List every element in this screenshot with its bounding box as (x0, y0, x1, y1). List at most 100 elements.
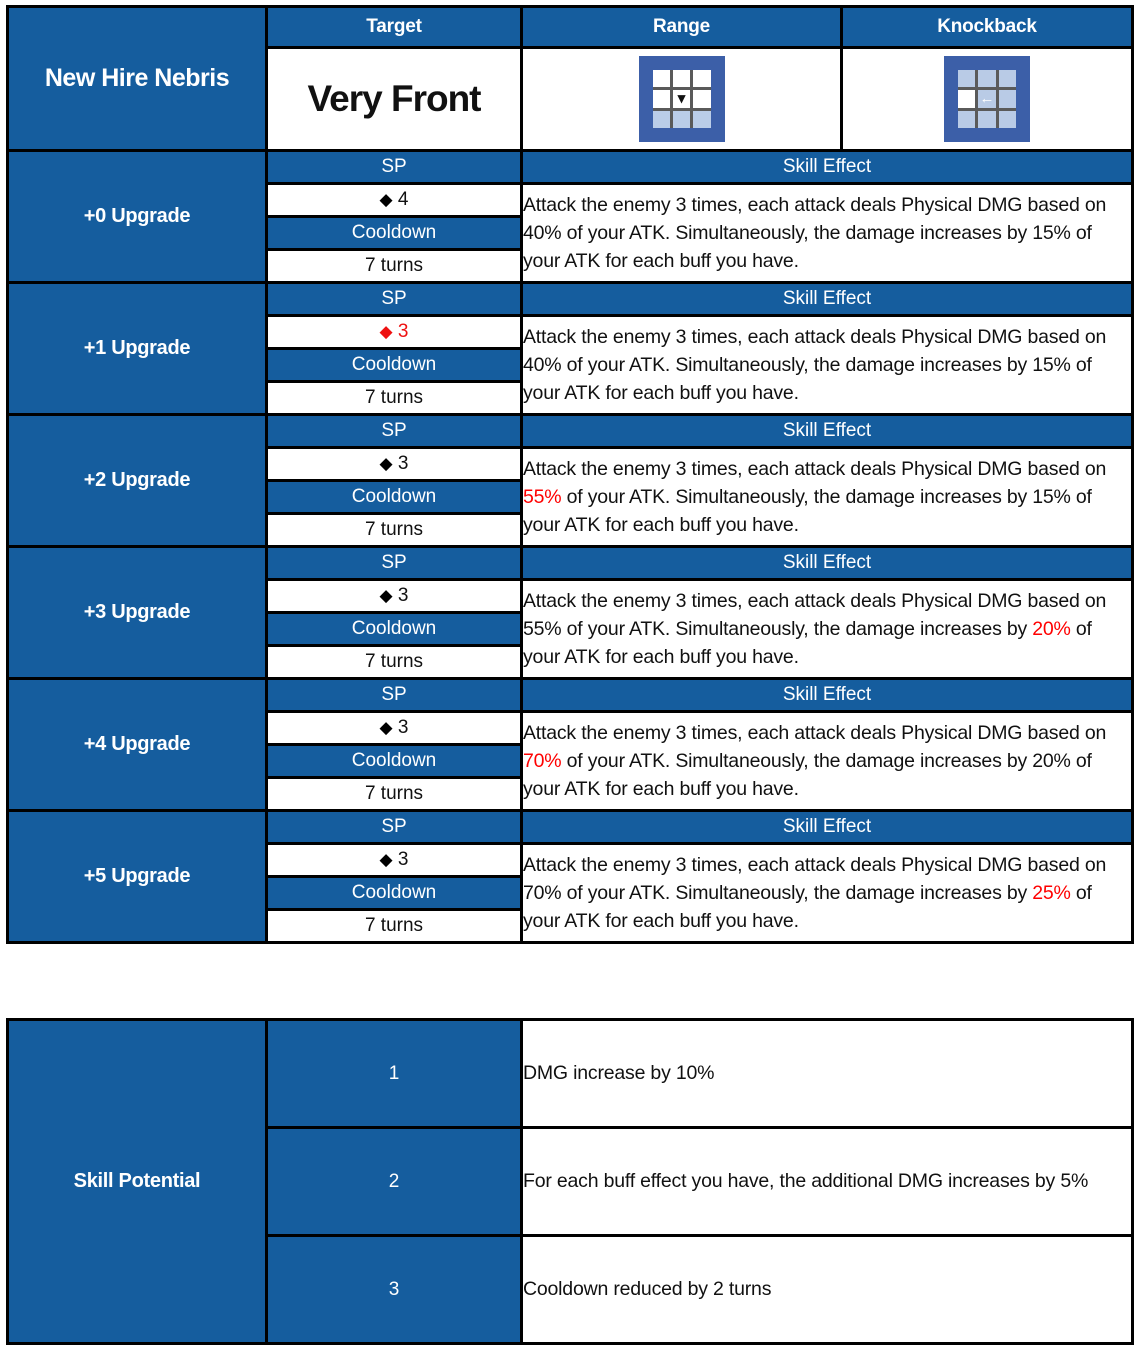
sp-header-cell: SP (265, 545, 523, 581)
skill-effect-text-cell: Attack the enemy 3 times, each attack de… (520, 710, 1134, 812)
sp-value: 3 (397, 321, 409, 342)
upgrade-name-cell: +3 Upgrade (6, 545, 268, 680)
skill-effect-header-cell: Skill Effect (520, 281, 1134, 317)
cooldown-value-cell: 7 turns (265, 380, 523, 416)
skill-effect-text-cell: Attack the enemy 3 times, each attack de… (520, 314, 1134, 416)
diamond-icon: ◆ (379, 190, 393, 209)
potential-description: Cooldown reduced by 2 turns (523, 1277, 772, 1300)
table-header-row: New Hire Nebris Target Range Knockback (6, 5, 1134, 152)
skill-info-sheet: New Hire Nebris Target Range Knockback V… (0, 0, 1137, 1345)
upgrade-row: +0 Upgrade SP Skill Effect (6, 149, 1134, 284)
grid-cell-center: ▾ (672, 90, 691, 108)
skill-upgrade-table: New Hire Nebris Target Range Knockback V… (6, 5, 1134, 944)
column-header-target: Target (265, 5, 523, 49)
sp-value: 3 (397, 585, 409, 606)
skill-effect-text-cell: Attack the enemy 3 times, each attack de… (520, 578, 1134, 680)
knockback-grid: ← (958, 70, 1016, 128)
sp-label: SP (381, 420, 407, 441)
grid-cell (693, 70, 711, 88)
skill-potential-label: Skill Potential (73, 1170, 201, 1192)
cooldown-value: 7 turns (364, 387, 424, 408)
skill-effect-label: Skill Effect (782, 684, 872, 705)
grid-cell (672, 70, 691, 88)
grid-cell (998, 110, 1016, 128)
upgrade-name: +3 Upgrade (83, 601, 191, 623)
knockback-icon-cell: ← (840, 46, 1134, 152)
upgrade-name-cell: +4 Upgrade (6, 677, 268, 812)
character-name-cell: New Hire Nebris (6, 5, 268, 152)
column-header-range-label: Range (652, 16, 711, 37)
grid-cell (652, 110, 670, 128)
cooldown-header-cell: Cooldown (265, 479, 523, 515)
upgrade-name-cell: +5 Upgrade (6, 809, 268, 944)
potential-level-cell: 2 (265, 1126, 523, 1237)
column-header-range: Range (520, 5, 843, 49)
upgrade-name: +0 Upgrade (83, 205, 191, 227)
upgrade-name: +1 Upgrade (83, 337, 191, 359)
potential-description-cell: Cooldown reduced by 2 turns (520, 1234, 1134, 1345)
upgrade-row: +1 Upgrade SP Skill Effect (6, 281, 1134, 416)
sp-header-cell: SP (265, 149, 523, 185)
column-header-knockback-label: Knockback (937, 16, 1037, 37)
cooldown-header-cell: Cooldown (265, 875, 523, 911)
cooldown-label: Cooldown (351, 618, 437, 639)
potential-description-cell: For each buff effect you have, the addit… (520, 1126, 1134, 1237)
skill-effect-text-cell: Attack the enemy 3 times, each attack de… (520, 182, 1134, 284)
cooldown-header-cell: Cooldown (265, 743, 523, 779)
sp-value: 4 (397, 189, 409, 210)
diamond-icon: ◆ (379, 322, 393, 341)
skill-effect-header-cell: Skill Effect (520, 677, 1134, 713)
potential-level: 2 (388, 1170, 400, 1192)
upgrade-rows: +0 Upgrade SP Skill Effect ◆ 4 Attack the en… (6, 149, 1134, 944)
cooldown-value-cell: 7 turns (265, 908, 523, 944)
skill-effect-header-cell: Skill Effect (520, 809, 1134, 845)
upgrade-row: +2 Upgrade SP Skill Effect (6, 413, 1134, 548)
grid-cell (958, 70, 976, 88)
range-grid: ▾ (652, 70, 711, 128)
diamond-icon: ◆ (379, 850, 393, 869)
sp-value: 3 (397, 849, 409, 870)
cooldown-value-cell: 7 turns (265, 248, 523, 284)
potential-level: 1 (388, 1062, 400, 1084)
grid-cell (652, 90, 670, 108)
cooldown-value-cell: 7 turns (265, 776, 523, 812)
skill-effect-text-cell: Attack the enemy 3 times, each attack de… (520, 842, 1134, 944)
potential-rows: Skill Potential 1 DMG increase by 10% 2 For … (6, 1018, 1134, 1345)
knockback-grid-left-arrow-icon: ← (944, 56, 1030, 142)
skill-effect-label: Skill Effect (782, 552, 872, 573)
sp-value-cell: ◆ 3 (265, 842, 523, 878)
grid-cell (693, 90, 711, 108)
grid-cell (978, 70, 996, 88)
cooldown-label: Cooldown (351, 486, 437, 507)
potential-level-cell: 1 (265, 1018, 523, 1129)
grid-cell-center: ← (978, 90, 996, 108)
grid-cell (693, 110, 711, 128)
grid-cell (652, 70, 670, 88)
target-value: Very Front (307, 78, 482, 119)
sp-header-cell: SP (265, 413, 523, 449)
cooldown-label: Cooldown (351, 222, 437, 243)
sp-value-cell: ◆ 4 (265, 182, 523, 218)
skill-effect-text-cell: Attack the enemy 3 times, each attack de… (520, 446, 1134, 548)
upgrade-name: +2 Upgrade (83, 469, 191, 491)
sp-value-cell: ◆ 3 (265, 710, 523, 746)
sp-header-cell: SP (265, 809, 523, 845)
upgrade-row: +3 Upgrade SP Skill Effect (6, 545, 1134, 680)
upgrade-name: +4 Upgrade (83, 733, 191, 755)
sp-label: SP (381, 288, 407, 309)
target-value-cell: Very Front (265, 46, 523, 152)
cooldown-label: Cooldown (351, 354, 437, 375)
cooldown-header-cell: Cooldown (265, 611, 523, 647)
skill-effect-label: Skill Effect (782, 420, 872, 441)
character-name: New Hire Nebris (44, 64, 230, 92)
upgrade-row: +4 Upgrade SP Skill Effect (6, 677, 1134, 812)
skill-effect-header-cell: Skill Effect (520, 545, 1134, 581)
upgrade-name-cell: +2 Upgrade (6, 413, 268, 548)
sp-value-cell: ◆ 3 (265, 578, 523, 614)
skill-effect-label: Skill Effect (782, 288, 872, 309)
cooldown-value-cell: 7 turns (265, 512, 523, 548)
grid-cell-highlight (958, 90, 976, 108)
upgrade-row: +5 Upgrade SP Skill Effect (6, 809, 1134, 944)
diamond-icon: ◆ (379, 586, 393, 605)
cooldown-header-cell: Cooldown (265, 215, 523, 251)
